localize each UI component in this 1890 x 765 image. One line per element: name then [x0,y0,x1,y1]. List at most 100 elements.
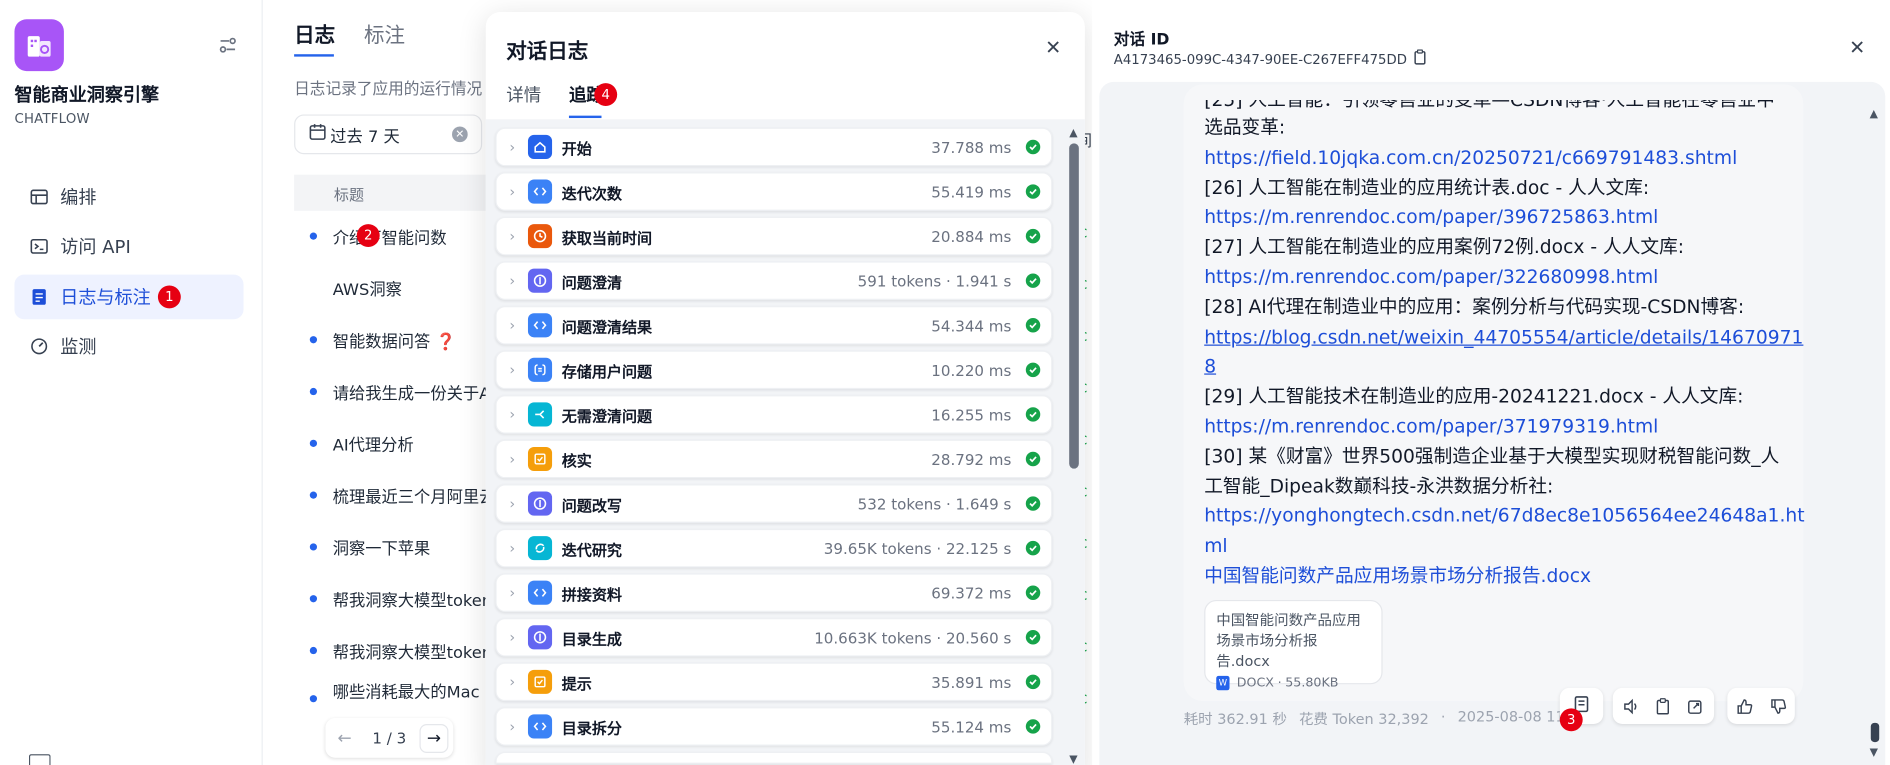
trace-row[interactable]: › 提示 35.891 ms [495,662,1053,702]
success-icon [1025,451,1041,467]
thumbs-up-icon[interactable] [1730,691,1759,720]
chevron-right-icon[interactable]: › [497,139,528,156]
regenerate-icon[interactable] [1681,691,1710,720]
trace-node-name: 目录生成 [561,629,623,648]
trace-row[interactable]: › 开始 37.788 ms [495,127,1053,167]
trace-node-meta: 28.792 ms [931,449,1012,469]
trace-node-meta: 35.891 ms [931,672,1012,691]
scroll-down-icon[interactable]: ▼ [1069,754,1077,765]
trace-row[interactable]: › 迭代次数 55.419 ms [495,172,1053,211]
copy-message-icon[interactable] [1649,691,1678,720]
reference-link[interactable]: 8 [1204,352,1795,382]
log-row[interactable]: AWS洞察 [294,261,494,313]
conversation-detail: 对话 ID A4173465-099C-4347-90EE-C267EFF475… [1092,0,1890,765]
reference-link[interactable]: https://field.10jqka.com.cn/20250721/c66… [1204,143,1795,173]
code-icon [527,179,553,204]
reference-link[interactable]: https://blog.csdn.net/weixin_44705554/ar… [1204,322,1803,352]
detail-scroll-up-icon[interactable]: ▲ [1870,108,1878,120]
success-icon [1025,719,1041,734]
trace-row[interactable]: › 拼接资料 69.372 ms [495,573,1053,612]
step-badge: 1 [157,285,181,309]
reference-link[interactable]: https://m.renrendoc.com/paper/322680998.… [1204,263,1795,293]
trace-row[interactable]: › 无需澄清问题 16.255 ms [495,395,1053,434]
modal-close-button[interactable]: ✕ [1045,36,1061,59]
trace-row[interactable]: › 问题澄清结果 54.344 ms [495,305,1053,345]
collapse-sidebar-icon[interactable] [218,36,237,60]
tab-details[interactable]: 详情 [506,82,541,107]
log-row[interactable]: 哪些消耗最大的Mac [294,676,494,703]
clear-icon[interactable]: ✕ [452,126,468,143]
log-row[interactable]: 介绍下智能问数 [294,210,494,262]
unread-dot [309,439,318,447]
detail-scroll-down-icon[interactable]: ▼ [1870,747,1878,759]
log-row[interactable]: 洞察一下苹果 [294,520,494,572]
speaker-icon[interactable] [1617,691,1646,720]
tab-logs[interactable]: 日志 [294,18,335,48]
file-card[interactable]: 中国智能问数产品应用 场景市场分析报告.docx W DOCX · 55.80K… [1204,599,1383,691]
reference-link[interactable]: 中国智能问数产品应用场景市场分析报告.docx [1204,561,1795,591]
log-row-title: 介绍下智能问数 [332,228,447,248]
trace-row[interactable]: › 获取当前时间 20.884 ms [495,216,1053,256]
nav-item-orchestrate[interactable]: 编排 [14,175,243,220]
date-filter[interactable]: 过去 7 天 ✕ [294,114,483,155]
trace-row[interactable]: › 问题澄清 591 tokens · 1.941 s [495,261,1053,300]
chevron-right-icon[interactable]: › [497,228,528,245]
thumbs-down-icon[interactable] [1764,691,1793,720]
step-badge: 2 [356,224,380,247]
copy-icon[interactable] [1413,49,1427,68]
nav-item-monitor[interactable]: 监测 [14,324,243,369]
chevron-right-icon[interactable]: › [497,540,528,557]
log-row[interactable]: 智能数据问答 ❓ [294,313,494,365]
chevron-right-icon[interactable]: › [497,495,528,512]
reference-link[interactable]: https://m.renrendoc.com/paper/371979319.… [1204,412,1795,442]
chevron-right-icon[interactable]: › [497,629,528,646]
success-icon [1025,273,1041,288]
log-row[interactable]: 请给我生成一份关于A [294,365,494,417]
reference-link[interactable]: https://m.renrendoc.com/paper/396725863.… [1204,203,1795,233]
scroll-up-icon[interactable]: ▲ [1069,128,1077,140]
chevron-right-icon[interactable]: › [497,718,528,735]
chevron-right-icon[interactable]: › [497,361,528,378]
trace-scrollbar[interactable] [1069,143,1079,469]
reference-link[interactable]: https://yonghongtech.csdn.net/67d8ec8e10… [1204,502,1804,532]
chevron-right-icon[interactable]: › [497,584,528,601]
chevron-right-icon[interactable]: › [497,317,528,334]
trace-node-meta: 55.419 ms [931,182,1012,201]
tab-annotations[interactable]: 标注 [364,18,405,48]
nav-item-logs[interactable]: 日志与标注 1 [14,274,244,320]
chevron-right-icon[interactable]: › [497,183,528,200]
log-row-title: 帮我洞察大模型token [332,642,493,662]
chevron-right-icon[interactable]: › [497,406,528,423]
trace-row[interactable]: › 存储用户问题 10.220 ms [495,350,1053,390]
trace-row[interactable]: › 迭代研究 39.65K tokens · 22.125 s [495,528,1053,568]
trace-row[interactable]: › 目录生成 10.663K tokens · 20.560 s [495,618,1053,657]
trace-row[interactable]: › 核实 28.792 ms [495,439,1053,479]
log-row[interactable]: 梳理最近三个月阿里云 [294,469,494,521]
trace-row[interactable]: › 问题改写 532 tokens · 1.649 s [495,484,1053,523]
prev-page-button[interactable]: ← [330,723,359,752]
detail-close-button[interactable]: ✕ [1849,36,1865,59]
nav-item-label: 编排 [60,186,97,209]
unread-dot [309,646,318,654]
chevron-right-icon[interactable]: › [497,673,528,690]
log-row[interactable]: AI代理分析 [294,417,494,469]
check-icon [527,446,553,472]
chevron-right-icon[interactable]: › [497,451,528,468]
file-name-line1: 中国智能问数产品应用 [1216,611,1361,629]
app-name: 智能商业洞察引擎 [14,84,160,107]
nav-item-api[interactable]: 访问 API [14,224,243,269]
next-page-button[interactable]: → [419,723,449,753]
trace-node-meta: 54.344 ms [931,316,1012,335]
trace-row[interactable]: › 目录拆分 55.124 ms [495,707,1053,746]
reference-link[interactable]: ml [1204,531,1795,561]
app-icon [14,19,64,72]
trace-node-name: 核实 [561,451,592,470]
log-row-title: AWS洞察 [332,280,402,300]
chevron-right-icon[interactable]: › [497,272,528,289]
log-row[interactable]: 帮我洞察大模型token [294,572,494,624]
expand-panel-icon[interactable] [28,754,51,765]
detail-scrollbar[interactable] [1870,722,1880,743]
log-row[interactable]: 帮我洞察大模型token [294,624,494,676]
success-icon [1025,630,1041,645]
message-date: 2025-08-08 11: [1457,708,1570,726]
